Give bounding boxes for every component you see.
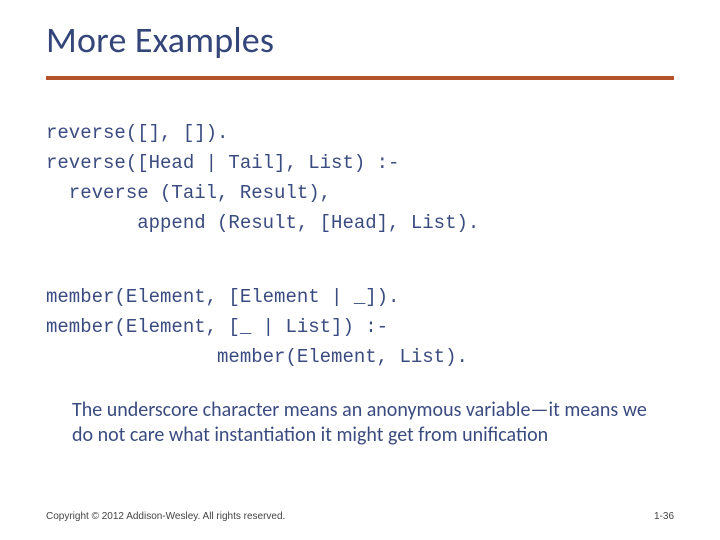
code-block-member: member(Element, [Element | _]). member(E… <box>46 282 468 372</box>
page-number: 1-36 <box>654 511 674 522</box>
code-block-reverse: reverse([], []). reverse([Head | Tail], … <box>46 118 479 238</box>
body-text: The underscore character means an anonym… <box>72 398 662 448</box>
title-rule <box>46 76 674 80</box>
slide: More Examples reverse([], []). reverse([… <box>0 0 720 540</box>
copyright-text: Copyright © 2012 Addison-Wesley. All rig… <box>46 511 285 522</box>
slide-title: More Examples <box>46 18 274 62</box>
